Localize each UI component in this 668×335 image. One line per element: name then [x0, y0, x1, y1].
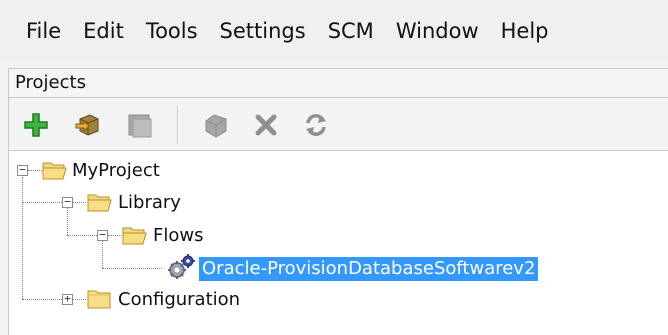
collapse-toggle-library[interactable]: −	[62, 196, 73, 208]
expand-toggle-configuration[interactable]: +	[62, 293, 73, 305]
add-button[interactable]	[19, 108, 53, 142]
menu-settings[interactable]: Settings	[210, 0, 318, 62]
menu-scm[interactable]: SCM	[318, 0, 386, 62]
menu-tools[interactable]: Tools	[136, 0, 210, 62]
projects-panel-title: Projects	[8, 68, 668, 98]
open-folder-icon	[42, 162, 67, 180]
tree-node-flow-item[interactable]: Oracle-ProvisionDatabaseSoftwarev2	[199, 254, 539, 284]
tree-line	[102, 268, 162, 269]
collapse-toggle-flows[interactable]: −	[97, 229, 108, 241]
tree-line	[108, 235, 122, 236]
copy-icon	[128, 114, 152, 138]
tree-line	[72, 299, 86, 300]
tree-line	[22, 177, 23, 299]
remove-button[interactable]	[249, 108, 283, 142]
menu-file[interactable]: File	[14, 0, 73, 62]
menu-edit[interactable]: Edit	[73, 0, 136, 62]
copy-button[interactable]	[123, 108, 157, 142]
tree-label-library: Library	[118, 192, 181, 213]
tree-line	[102, 241, 103, 268]
projects-toolbar	[8, 98, 668, 150]
menu-bar: File Edit Tools Settings SCM Window Help	[0, 0, 668, 62]
project-tree: − MyProject − Library − Flows Oracle-Pro…	[8, 150, 668, 335]
tree-node-library[interactable]: Library	[115, 188, 184, 218]
tree-node-configuration[interactable]: Configuration	[115, 285, 243, 315]
folder-icon	[87, 290, 111, 309]
tree-line	[67, 235, 97, 236]
tree-label-flows: Flows	[153, 225, 204, 246]
delete-button[interactable]	[199, 108, 233, 142]
tree-node-flows[interactable]: Flows	[150, 221, 206, 251]
tree-line	[67, 207, 68, 235]
toolbar-separator	[177, 106, 179, 144]
menu-help[interactable]: Help	[491, 0, 561, 62]
refresh-button[interactable]	[299, 108, 333, 142]
import-button[interactable]	[71, 108, 105, 142]
flow-gear-icon	[168, 254, 195, 279]
tree-line	[72, 202, 86, 203]
add-icon	[24, 113, 48, 137]
open-folder-icon	[122, 227, 147, 245]
open-folder-icon	[87, 194, 112, 212]
delete-icon	[205, 114, 227, 138]
refresh-icon	[306, 114, 326, 136]
import-icon	[75, 114, 99, 136]
tree-label-flow-item: Oracle-ProvisionDatabaseSoftwarev2	[199, 257, 539, 281]
collapse-toggle-myproject[interactable]: −	[17, 164, 28, 176]
menu-window[interactable]: Window	[386, 0, 491, 62]
close-icon	[255, 114, 277, 136]
tree-line	[28, 170, 42, 171]
app-window: File Edit Tools Settings SCM Window Help…	[0, 0, 668, 335]
tree-label-myproject: MyProject	[72, 160, 160, 181]
tree-label-configuration: Configuration	[118, 289, 241, 310]
tree-node-myproject[interactable]: MyProject	[69, 156, 163, 186]
